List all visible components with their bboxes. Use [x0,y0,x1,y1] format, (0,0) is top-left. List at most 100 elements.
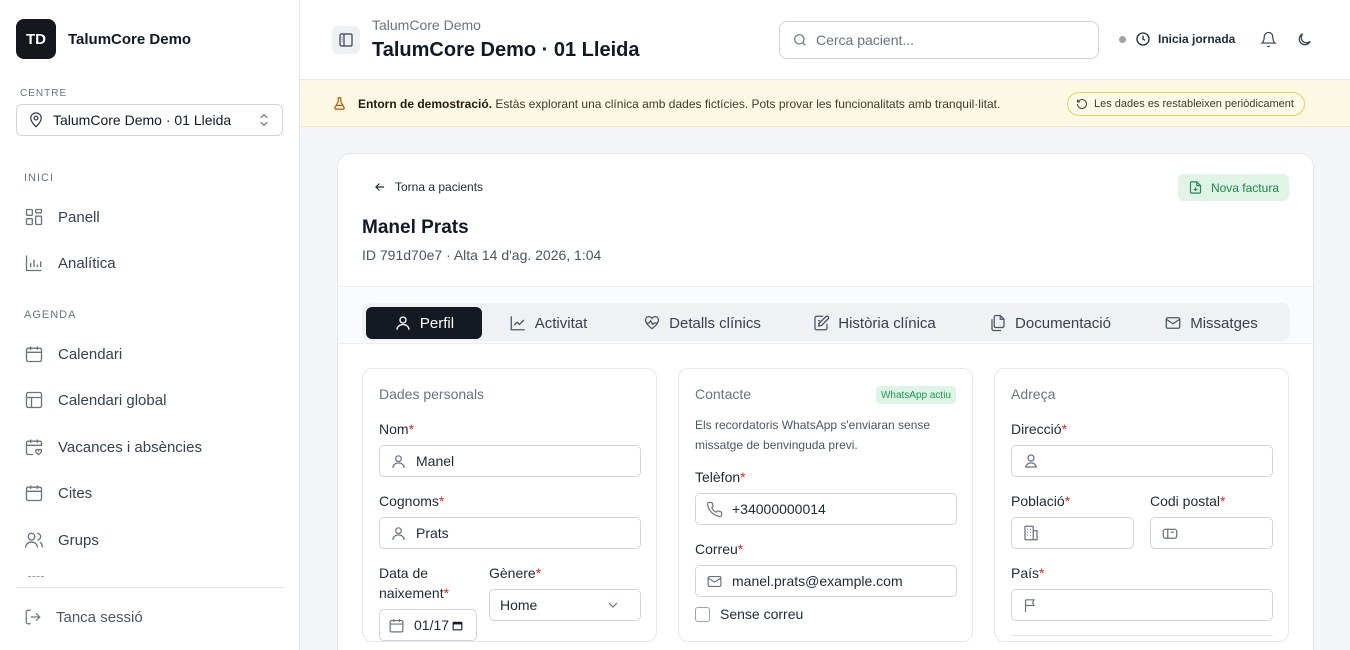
sidebar-item-analitica[interactable]: Analítica [24,251,116,275]
birth-label-line1: Data de [379,565,429,581]
tab-historia-clinica[interactable]: Història clínica [806,307,942,339]
grid-icon [24,207,58,227]
bar-chart-icon [24,253,58,273]
brand: TD TalumCore Demo [16,19,191,59]
scroll-fade-indicator [28,576,44,577]
file-plus-icon [1188,180,1211,195]
user-icon [390,525,416,542]
birth-date-field[interactable]: 01/17 [379,609,477,641]
section-label-inici: INICI [24,172,55,184]
direccio-field[interactable] [1011,445,1273,477]
nom-field[interactable]: Manel [379,445,641,477]
reset-notice-pill: Les dades es restableixen periòdicament [1067,92,1305,116]
reset-notice-text: Les dades es restableixen periòdicament [1094,98,1294,110]
new-invoice-label: Nova factura [1210,180,1279,195]
tab-activitat[interactable]: Activitat [498,307,598,339]
sidebar-item-grups[interactable]: Grups [24,528,99,552]
map-pin-user-icon [1022,452,1049,470]
calendar-heart-icon [24,437,58,457]
tab-label: Documentació [1015,314,1111,332]
back-to-patients-link[interactable]: Torna a pacients [373,180,483,194]
sidebar-item-vacances[interactable]: Vacances i absències [24,435,202,459]
tab-missatges[interactable]: Missatges [1158,307,1264,339]
sidebar-item-calendari-global[interactable]: Calendari global [24,388,166,412]
start-workday-button[interactable]: Inicia jornada [1119,31,1235,47]
email-label: Correu* [695,541,744,557]
tab-label: Perfil [419,314,455,332]
patient-tabs: Perfil Activitat Detalls clínics Històri… [362,303,1290,341]
nom-value: Manel [416,453,455,469]
search-box[interactable] [779,21,1099,59]
cognoms-value: Prats [416,525,449,541]
sidebar-item-panell[interactable]: Panell [24,205,100,229]
tab-label: Missatges [1190,314,1258,332]
search-input[interactable] [816,32,1076,48]
rotate-ccw-icon [1076,98,1094,110]
moon-icon[interactable] [1296,31,1313,48]
email-field[interactable]: manel.prats@example.com [695,565,957,597]
tab-label: Detalls clínics [669,314,761,332]
cognoms-label: Cognoms* [379,493,445,509]
files-icon [989,314,1015,332]
personal-data-panel: Dades personals Nom* Manel Cognoms* Prat… [362,368,657,642]
country-label: País* [1011,565,1045,581]
sidebar-toggle-button[interactable] [332,26,360,54]
calendar-icon [388,617,414,634]
poblacio-label: Població* [1011,493,1071,509]
no-email-checkbox-row[interactable]: Sense correu [695,606,803,622]
sidebar-item-label: Vacances i absències [58,438,202,456]
sidebar-item-label: Panell [58,208,100,226]
postal-code-field[interactable] [1150,517,1273,549]
sidebar-item-label: Calendari [58,345,123,363]
postal-code-label: Codi postal* [1150,493,1226,509]
back-label: Torna a pacients [395,180,484,194]
chevron-up-down-icon [256,112,272,128]
centre-label: CENTRE [20,88,68,99]
line-chart-icon [509,314,535,332]
logout-label: Tanca sessió [56,608,143,626]
flask-icon [332,96,347,111]
gender-label: Gènere* [489,565,542,581]
phone-label: Telèfon* [695,469,746,485]
sidebar-item-calendari[interactable]: Calendari [24,342,122,366]
country-field[interactable] [1011,589,1273,621]
birth-label-line2: naixement* [379,585,450,601]
sidebar-item-label: Grups [58,531,99,549]
calendar-picker-icon[interactable] [451,619,473,632]
mail-icon [1164,314,1190,332]
birth-date-value: 01/17 [414,617,450,633]
centre-select[interactable]: TalumCore Demo · 01 Lleida [16,104,283,136]
brand-name: TalumCore Demo [68,30,192,48]
tab-detalls-clinics[interactable]: Detalls clínics [632,307,772,339]
demo-banner: Entorn de demostració. Estàs explorant u… [300,81,1350,127]
status-dot [1119,35,1126,43]
panel-divider [1011,635,1273,636]
gender-select[interactable]: Home [489,589,641,621]
section-label-agenda: AGENDA [24,309,77,321]
poblacio-field[interactable] [1011,517,1134,549]
clipboard-edit-icon [812,314,838,332]
patient-meta: ID 791d70e7 · Alta 14 d'ag. 2026, 1:04 [362,247,602,263]
bell-icon[interactable] [1260,31,1277,48]
tab-documentacio[interactable]: Documentació [982,307,1118,339]
sidebar-item-cites[interactable]: Cites [24,481,92,505]
no-email-checkbox[interactable] [695,606,710,622]
panel-title: Dades personals [379,386,485,402]
direccio-label: Direcció* [1011,421,1068,437]
mailbox-icon [1161,524,1188,542]
phone-field[interactable]: +34000000014 [695,493,957,525]
chevron-down-icon [605,597,630,613]
contact-panel: Contacte WhatsApp actiu Els recordatoris… [678,368,973,642]
email-value: manel.prats@example.com [732,573,903,589]
logout-button[interactable]: Tanca sessió [24,608,143,626]
cognoms-field[interactable]: Prats [379,517,641,549]
address-panel: Adreça Direcció* Població* Codi postal* … [994,368,1289,642]
arrow-left-icon [373,180,395,194]
map-pin-icon [27,111,45,129]
tab-perfil[interactable]: Perfil [366,307,482,339]
no-email-label: Sense correu [720,606,804,622]
building-icon [1022,524,1049,542]
calendar-icon [24,483,58,503]
new-invoice-button[interactable]: Nova factura [1177,174,1289,201]
panel-title: Contacte [695,386,752,402]
